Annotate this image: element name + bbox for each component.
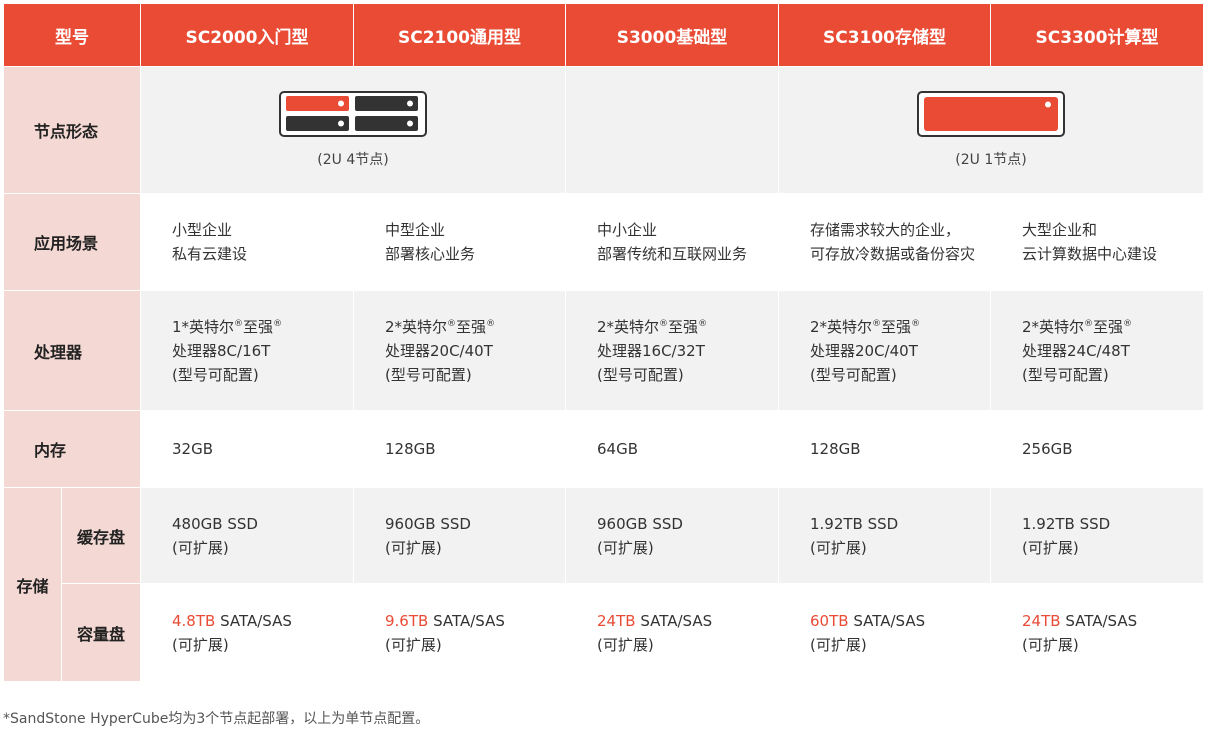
capacity-cell: 4.8TB SATA/SAS (可扩展) [140, 583, 354, 682]
spec-table: 型号 SC2000入门型 SC2100通用型 S3000基础型 SC3100存储… [3, 3, 1204, 682]
memory-row: 内存 32GB 128GB 64GB 128GB 256GB [3, 410, 1204, 488]
memory-cell: 128GB [353, 410, 566, 488]
row-label: 缓存盘 [61, 487, 141, 584]
header-row: 型号 SC2000入门型 SC2100通用型 S3000基础型 SC3100存储… [3, 3, 1204, 67]
cpu-cell: 2*英特尔®至强® 处理器20C/40T (型号可配置) [778, 290, 991, 411]
cache-row: 存储 缓存盘 480GB SSD (可扩展) 960GB SSD (可扩展) 960… [3, 487, 1204, 682]
scenario-cell: 大型企业和 云计算数据中心建设 [990, 193, 1204, 291]
memory-cell: 128GB [778, 410, 991, 488]
cache-cell: 1.92TB SSD (可扩展) [990, 487, 1204, 584]
node-caption: (2U 1节点) [955, 152, 1027, 168]
cache-cell: 480GB SSD (可扩展) [140, 487, 354, 584]
memory-cell: 64GB [565, 410, 779, 488]
capacity-cell: 24TB SATA/SAS (可扩展) [990, 583, 1204, 682]
scenario-cell: 小型企业 私有云建设 [140, 193, 354, 291]
row-label: 应用场景 [3, 193, 141, 291]
server-2u-4node-icon [279, 91, 427, 141]
cpu-row: 处理器 1*英特尔®至强® 处理器8C/16T (型号可配置) 2*英特尔®至强… [3, 290, 1204, 411]
row-label: 容量盘 [61, 583, 141, 682]
cache-cell: 960GB SSD (可扩展) [565, 487, 779, 584]
capacity-row: 容量盘 4.8TB SATA/SAS (可扩展) 9.6TB SATA/SAS … [4, 583, 1204, 682]
model-header: S3000基础型 [565, 3, 779, 67]
node-form-row: 节点形态 (2U 4节点) (2U 1节点) [3, 66, 1204, 194]
row-label: 节点形态 [3, 66, 141, 194]
model-header: SC2100通用型 [353, 3, 566, 67]
footnote: *SandStone HyperCube均为3个节点起部署，以上为单节点配置。 [3, 711, 430, 727]
row-label: 处理器 [3, 290, 141, 411]
scenario-cell: 中小企业 部署传统和互联网业务 [565, 193, 779, 291]
node-form-cell [565, 66, 779, 194]
model-header: SC2000入门型 [140, 3, 354, 67]
header-label: 型号 [3, 3, 141, 67]
capacity-cell: 60TB SATA/SAS (可扩展) [778, 583, 991, 682]
node-caption: (2U 4节点) [317, 152, 389, 168]
model-header: SC3300计算型 [990, 3, 1204, 67]
row-label: 内存 [3, 410, 141, 488]
cache-cell: 960GB SSD (可扩展) [353, 487, 566, 584]
scenario-cell: 中型企业 部署核心业务 [353, 193, 566, 291]
server-2u-1node-icon [917, 91, 1065, 141]
cache-cell: 1.92TB SSD (可扩展) [778, 487, 991, 584]
node-form-cell: (2U 4节点) [140, 66, 566, 194]
memory-cell: 32GB [140, 410, 354, 488]
capacity-cell: 24TB SATA/SAS (可扩展) [565, 583, 779, 682]
cpu-cell: 2*英特尔®至强® 处理器24C/48T (型号可配置) [990, 290, 1204, 411]
capacity-cell: 9.6TB SATA/SAS (可扩展) [353, 583, 566, 682]
cpu-cell: 2*英特尔®至强® 处理器20C/40T (型号可配置) [353, 290, 566, 411]
model-header: SC3100存储型 [778, 3, 991, 67]
cpu-cell: 2*英特尔®至强® 处理器16C/32T (型号可配置) [565, 290, 779, 411]
cpu-cell: 1*英特尔®至强® 处理器8C/16T (型号可配置) [140, 290, 354, 411]
storage-group-label: 存储 [3, 487, 62, 682]
scenario-cell: 存储需求较大的企业， 可存放冷数据或备份容灾 [778, 193, 991, 291]
scenario-row: 应用场景 小型企业 私有云建设 中型企业 部署核心业务 中小企业 部署传统和互联网业务… [3, 193, 1204, 291]
node-form-cell: (2U 1节点) [778, 66, 1204, 194]
memory-cell: 256GB [990, 410, 1204, 488]
